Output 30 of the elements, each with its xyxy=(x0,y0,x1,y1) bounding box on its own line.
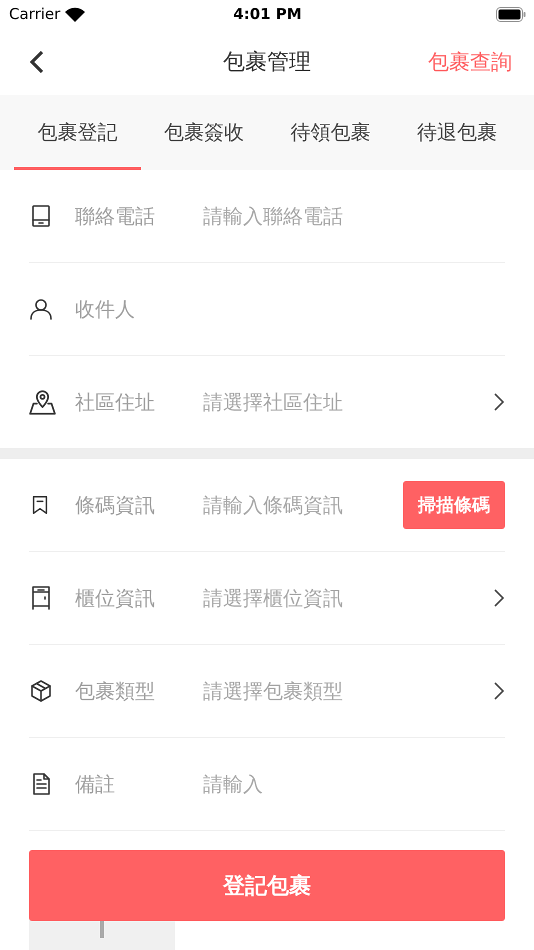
tab[interactable]: 包裹簽收 xyxy=(140,95,267,170)
chevron-right-icon[interactable] xyxy=(493,392,505,412)
wifi-icon xyxy=(65,6,86,22)
carrier-label: Carrier xyxy=(9,5,60,23)
field-label: 櫃位資訊 xyxy=(75,584,156,612)
locker-icon xyxy=(29,586,53,610)
field-label: 條碼資訊 xyxy=(75,492,156,518)
chevron-right-icon[interactable] xyxy=(493,681,505,701)
field-label: 社區住址 xyxy=(75,388,156,416)
status-time: 4:01 PM xyxy=(233,5,302,23)
tab[interactable]: 待領包裹 xyxy=(267,95,394,170)
input-field[interactable]: 請輸入 xyxy=(203,772,505,796)
tab[interactable]: 待退包裹 xyxy=(394,95,520,170)
field-label: 收件人 xyxy=(75,296,136,322)
phone-icon xyxy=(29,204,53,228)
field-label: 備註 xyxy=(75,770,116,798)
chevron-right-icon[interactable] xyxy=(493,588,505,608)
tab[interactable]: 包裹登記 xyxy=(14,95,140,170)
battery-icon xyxy=(496,6,526,22)
field-label: 聯絡電話 xyxy=(75,202,156,230)
person-icon xyxy=(29,297,53,321)
input-field[interactable]: 請輸入條碼資訊 xyxy=(203,493,403,517)
select-field[interactable]: 請選擇社區住址 xyxy=(203,390,493,414)
map-pin-icon xyxy=(29,388,56,416)
field-label: 包裹類型 xyxy=(75,678,156,704)
input-field[interactable]: 請輸入聯絡電話 xyxy=(203,204,505,228)
select-field[interactable]: 請選擇櫃位資訊 xyxy=(203,586,493,610)
box-icon xyxy=(29,679,53,703)
select-field[interactable]: 請選擇包裹類型 xyxy=(203,679,493,703)
nav-title: 包裹管理 xyxy=(223,48,311,76)
